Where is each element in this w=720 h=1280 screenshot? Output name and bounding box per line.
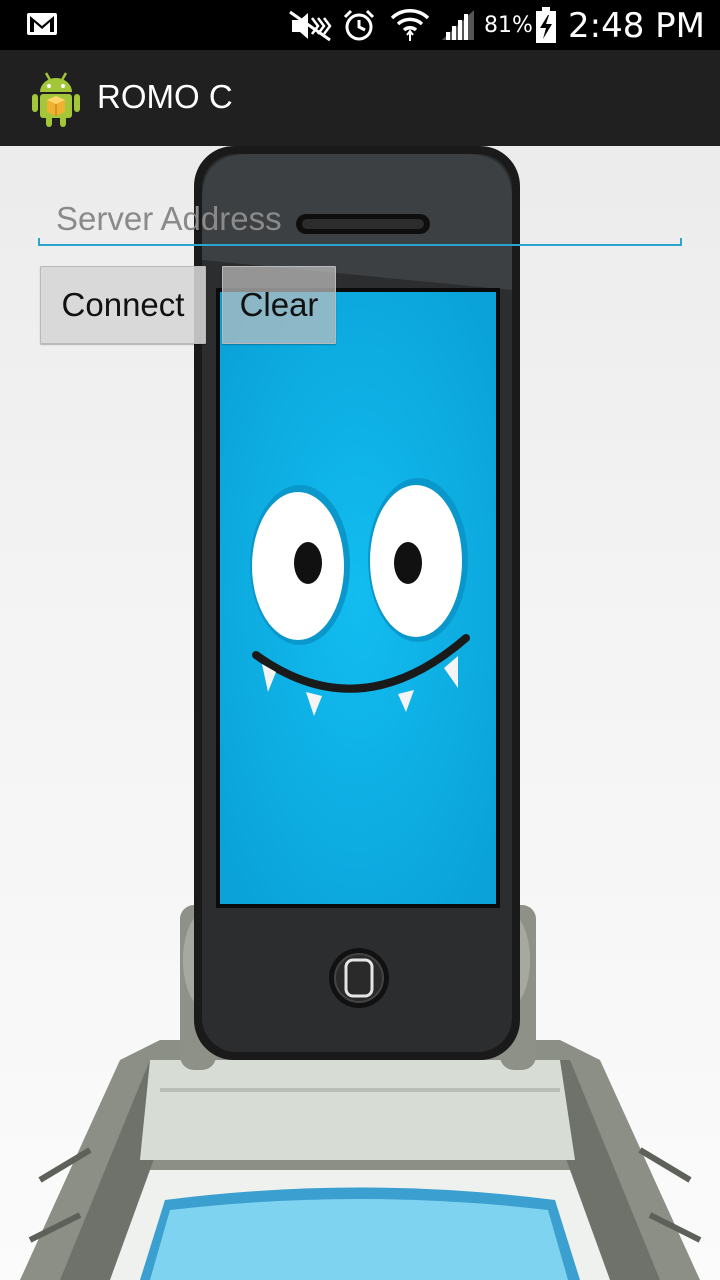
action-bar: ROMO C	[0, 50, 720, 146]
mute-icon	[289, 10, 332, 42]
alarm-icon	[343, 9, 375, 41]
signal-icon	[442, 10, 474, 40]
battery-percent: 81%	[484, 13, 533, 38]
clear-button[interactable]: Clear	[222, 266, 336, 344]
server-address-underline	[38, 244, 682, 246]
clock: 2:48 PM	[568, 6, 705, 46]
gmail-icon	[27, 13, 57, 35]
wifi-icon	[390, 9, 430, 41]
server-address-underline-right-tick	[680, 238, 682, 246]
server-address-input[interactable]	[38, 188, 682, 250]
battery-charging-icon	[536, 7, 556, 43]
android-app-icon	[32, 72, 80, 127]
server-address-underline-left-tick	[38, 238, 40, 246]
status-bar: 81% 2:48 PM	[0, 0, 720, 50]
connect-button[interactable]: Connect	[40, 266, 206, 344]
app-title: ROMO C	[97, 78, 233, 115]
